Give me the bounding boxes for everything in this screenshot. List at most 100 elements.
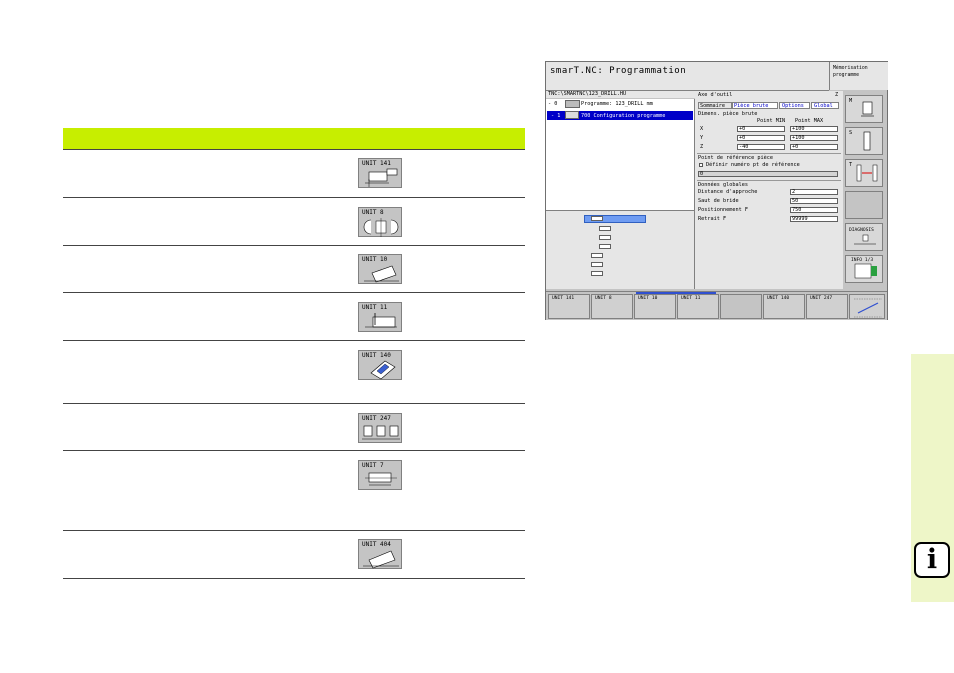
reference-number-field[interactable]: 0 [698, 171, 838, 177]
unit-141-drawing [365, 168, 398, 187]
config-icon [565, 111, 579, 119]
tree-row-1-text[interactable]: 700 Configuration programme [581, 113, 665, 119]
z-max-field[interactable]: +0 [790, 144, 838, 150]
axis-z-label: Z [700, 144, 704, 150]
softkey-unit-10[interactable]: UNIT 10 [634, 294, 676, 319]
x-min-field[interactable]: +0 [737, 126, 785, 132]
col-min-header: Point MIN [757, 118, 786, 124]
unit-247-drawing [362, 425, 400, 440]
axis-y-label: Y [700, 135, 704, 141]
row-divider [63, 403, 525, 404]
approach-distance-field[interactable]: 2 [790, 189, 838, 195]
unit-404-icon: UNIT 404 [358, 539, 402, 569]
unit-10-icon: UNIT 10 [358, 254, 402, 284]
row-divider [63, 197, 525, 198]
softkey-bar: UNIT 141 UNIT 8 UNIT 10 UNIT 11 UNIT 140… [546, 291, 887, 320]
tool-axis-label: Axe d'outil [698, 92, 733, 98]
positioning-feed-label: Positionnement F [698, 207, 748, 213]
softkey-empty[interactable] [720, 294, 762, 319]
info-page-button[interactable]: INFO 1/3 [845, 255, 883, 283]
axis-x-label: X [700, 126, 704, 132]
global-section-title: Données globales [698, 182, 748, 188]
softkey-unit-11[interactable]: UNIT 11 [677, 294, 719, 319]
screen-title-bar: smarT.NC: Programmation [546, 62, 829, 91]
parameter-form: Axe d'outil Z Sommaire Pièce brute Optio… [695, 91, 843, 289]
reference-checkbox[interactable] [699, 163, 703, 167]
screen-title: smarT.NC: Programmation [550, 66, 687, 76]
positioning-feed-field[interactable]: 750 [790, 207, 838, 213]
next-row-icon [854, 298, 882, 318]
mode-indicator: Mémorisation programme [829, 62, 888, 90]
tab-options[interactable]: Options [779, 102, 810, 109]
structure-node [591, 253, 603, 258]
row-divider [63, 530, 525, 531]
approach-distance-label: Distance d'approche [698, 189, 758, 195]
unit-11-icon: UNIT 11 [358, 302, 402, 332]
y-min-field[interactable]: +0 [737, 135, 785, 141]
tool-axis-value: Z [835, 92, 839, 98]
unit-7-icon: UNIT 7 [358, 460, 402, 490]
s-spindle-button[interactable]: S [845, 127, 883, 155]
program-icon [565, 100, 580, 108]
unit-8-icon: UNIT 8 [358, 207, 402, 237]
col-max-header: Point MAX [795, 118, 824, 124]
tab-global[interactable]: Global [811, 102, 839, 109]
retract-feed-label: Retrait F [698, 216, 727, 222]
row-divider [63, 292, 525, 293]
structure-node [591, 271, 603, 276]
structure-node [591, 216, 603, 221]
clearance-height-field[interactable]: 50 [790, 198, 838, 204]
empty-side-key[interactable] [845, 191, 883, 219]
z-min-field[interactable]: -40 [737, 144, 785, 150]
unit-141-icon: UNIT 141 [358, 158, 402, 188]
vertical-softkey-bar: M S T DIAGNOSIS INFO 1/3 [843, 91, 887, 289]
unit-247-icon: UNIT 247 [358, 413, 402, 443]
tab-sommaire[interactable]: Sommaire [698, 102, 732, 109]
table-header-bar [63, 128, 525, 149]
row-divider [63, 450, 525, 451]
softkey-unit-140[interactable]: UNIT 140 [763, 294, 805, 319]
x-max-field[interactable]: +100 [790, 126, 838, 132]
softkey-unit-141[interactable]: UNIT 141 [548, 294, 590, 319]
reference-section-title: Point de référence pièce [698, 155, 773, 161]
unit-140-drawing [370, 360, 396, 380]
clearance-height-label: Saut de bride [698, 198, 739, 204]
tab-piece-brute[interactable]: Pièce brute [732, 102, 778, 109]
mode-line-1: Mémorisation [833, 66, 868, 71]
reference-checkbox-label: Définir numéro pt de référence [706, 162, 800, 168]
unit-10-drawing [364, 265, 399, 283]
tree-structure-view [546, 210, 694, 289]
info-glyph: i [926, 544, 938, 575]
section-divider [697, 180, 841, 181]
row-divider [63, 149, 525, 150]
softkey-next-row[interactable] [849, 294, 885, 319]
tree-row-1-number: - 1 [551, 113, 561, 119]
softkey-unit-247[interactable]: UNIT 247 [806, 294, 848, 319]
structure-node [599, 244, 611, 249]
m-function-button[interactable]: M [845, 95, 883, 123]
program-path-bar: TNC:\SMARTNC\123_DRILL.HU [546, 91, 695, 98]
structure-node [599, 235, 611, 240]
unit-140-icon: UNIT 140 [358, 350, 402, 380]
tree-row-0-number: - 0 [548, 101, 558, 107]
row-divider [63, 340, 525, 341]
smartnc-screen: smarT.NC: Programmation Mémorisation pro… [545, 61, 888, 320]
row-divider [63, 578, 525, 579]
mode-line-2: programme [833, 73, 859, 78]
unit-8-drawing [363, 218, 399, 237]
structure-node [591, 262, 603, 267]
unit-11-drawing [365, 313, 397, 328]
row-divider [63, 245, 525, 246]
info-icon[interactable]: i [914, 542, 950, 578]
program-path: TNC:\SMARTNC\123_DRILL.HU [548, 91, 627, 97]
retract-feed-field[interactable]: 99999 [790, 216, 838, 222]
softkey-unit-8[interactable]: UNIT 8 [591, 294, 633, 319]
tree-row-0-text[interactable]: Programme: 123_DRILL mm [581, 101, 653, 107]
diagnosis-button[interactable]: DIAGNOSIS [845, 223, 883, 251]
t-tool-button[interactable]: T [845, 159, 883, 187]
unit-404-drawing [363, 550, 399, 569]
unit-7-drawing [365, 472, 397, 486]
y-max-field[interactable]: +100 [790, 135, 838, 141]
section-divider [697, 153, 841, 154]
blank-section-title: Dimens. pièce brute [698, 111, 758, 117]
